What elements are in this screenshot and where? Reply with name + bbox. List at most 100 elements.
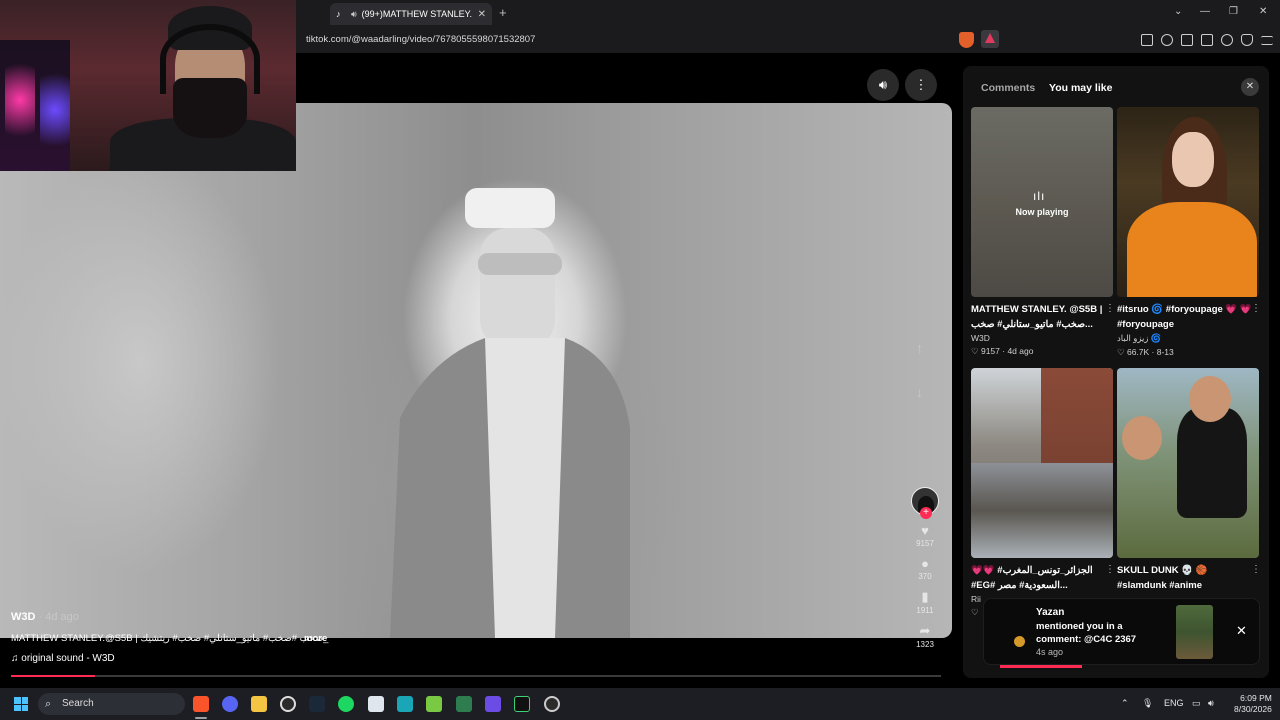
card-stats: ♡ 9157 · 4d ago	[971, 346, 1034, 356]
close-window-button[interactable]: ✕	[1259, 6, 1267, 17]
more-options-button[interactable]: ⋮	[905, 69, 937, 101]
sidebar-icon[interactable]	[1181, 34, 1193, 46]
minimize-button[interactable]: —	[1200, 6, 1210, 17]
more-link[interactable]: more	[304, 633, 327, 644]
video-person-figure	[390, 188, 630, 638]
video-thumbnail[interactable]	[971, 368, 1113, 558]
vpn-shield-icon[interactable]	[1241, 34, 1253, 46]
tab-you-may-like[interactable]: You may like	[1049, 82, 1112, 94]
excel-icon[interactable]	[456, 696, 472, 712]
tray-chevron-icon[interactable]: ⌃	[1121, 698, 1129, 709]
card-menu-icon[interactable]: ⋮	[1251, 303, 1261, 314]
app-lambda-icon[interactable]	[514, 696, 530, 712]
volume-tray-icon[interactable]: 🔊︎	[1208, 698, 1214, 709]
card-title: #itsruo 🌀 #foryoupage 💗 💗 #foryoupage	[1117, 304, 1252, 330]
maximize-button[interactable]: ❐	[1229, 6, 1238, 17]
now-playing-label: Now playing	[1015, 207, 1069, 217]
bookmark-count: 1911	[916, 606, 934, 615]
like-count: 9157	[916, 539, 934, 548]
webcam-overlay	[0, 0, 296, 171]
start-button[interactable]	[14, 697, 28, 711]
previous-video-arrow-icon[interactable]: ↑	[916, 340, 923, 356]
close-panel-button[interactable]: ✕	[1241, 78, 1259, 96]
now-playing-icon: ılı	[1033, 189, 1046, 203]
brave-browser-icon[interactable]	[193, 696, 209, 712]
video-progress-fill	[11, 675, 95, 677]
sound-link[interactable]: ♫ original sound - W3D	[11, 653, 115, 664]
music-note-icon: ♫	[11, 653, 22, 664]
tab-close-icon[interactable]: ✕	[478, 9, 486, 20]
steam-icon[interactable]	[309, 696, 325, 712]
spotify-icon[interactable]	[338, 696, 354, 712]
tab-list-chevron-icon[interactable]: ⌄	[1174, 6, 1182, 17]
clock-date: 8/30/2026	[1234, 704, 1272, 714]
notification-sender: Yazan	[1036, 607, 1065, 618]
search-icon: ⌕	[45, 698, 52, 710]
wallet-icon[interactable]	[1201, 34, 1213, 46]
comment-count: 370	[918, 572, 932, 581]
microphone-icon[interactable]: 🎙︎	[1142, 698, 1153, 709]
like-icon[interactable]: ♥	[910, 523, 940, 538]
url-field[interactable]: tiktok.com/@waadarling/video/76780555980…	[306, 34, 535, 45]
taskbar-clock[interactable]: 6:09 PM 8/30/2026	[1234, 693, 1272, 715]
new-tab-button[interactable]: +	[499, 5, 507, 20]
video-card[interactable]: ⋮ #itsruo 🌀 #foryoupage 💗 💗 #foryoupage …	[1117, 107, 1261, 358]
bookmark-icon[interactable]: ▮	[910, 589, 940, 605]
mention-notification[interactable]: Yazan mentioned you in a comment: @C4C 2…	[983, 598, 1260, 665]
browser-tab[interactable]: ♪ 🔊︎ (99+)MATTHEW STANLEY. @ ✕	[330, 3, 492, 25]
notification-thumbnail[interactable]	[1176, 605, 1213, 659]
taskbar-search[interactable]: ⌕ Search	[38, 693, 185, 715]
next-video-arrow-icon[interactable]: ↓	[916, 384, 923, 400]
volume-button[interactable]: 🔊︎	[867, 69, 899, 101]
menu-icon[interactable]	[1261, 36, 1273, 45]
active-app-indicator	[195, 717, 207, 719]
file-explorer-icon[interactable]	[251, 696, 267, 712]
video-card[interactable]: ılı Now playing ⋮ MATTHEW STANLEY. @S5B …	[971, 107, 1115, 357]
card-user[interactable]: زيزو الباد 🌀	[1117, 333, 1259, 344]
app-window-icon[interactable]	[368, 696, 384, 712]
video-frame[interactable]	[0, 103, 952, 638]
follow-plus-icon[interactable]: +	[920, 507, 932, 519]
card-menu-icon[interactable]: ⋮	[1251, 564, 1261, 575]
app-grid-icon[interactable]	[426, 696, 442, 712]
share-icon[interactable]: ➦	[910, 623, 940, 639]
creator-username[interactable]: W3D	[11, 611, 35, 623]
obs-icon[interactable]	[280, 696, 296, 712]
search-label: Search	[62, 698, 94, 709]
card-menu-icon[interactable]: ⋮	[1105, 564, 1115, 575]
brave-rewards-icon[interactable]	[981, 30, 999, 48]
card-title: 💗💗 #الجزائر_تونس_المغرب #EG# السعودية# م…	[971, 565, 1093, 591]
video-thumbnail[interactable]: ılı Now playing	[971, 107, 1113, 297]
video-progress-bar[interactable]	[11, 675, 941, 677]
discord-icon[interactable]	[222, 696, 238, 712]
app-circle-icon[interactable]	[544, 696, 560, 712]
card-title: SKULL DUNK 💀 🏀 #slamdunk #anime	[1117, 565, 1208, 591]
tiktok-icon: ♪	[336, 9, 341, 19]
media-icon[interactable]	[1161, 34, 1173, 46]
speaker-icon[interactable]: 🔊︎	[351, 9, 357, 20]
notification-close-icon[interactable]: ✕	[1236, 623, 1247, 639]
windows-taskbar: ⌕ Search ⌃ 🎙︎ ENG ▭ 🔊︎ 6:09 PM 8/30/2026	[0, 688, 1280, 720]
brave-shield-icon[interactable]	[959, 32, 974, 48]
language-indicator[interactable]: ENG	[1164, 698, 1184, 708]
video-card[interactable]: ⋮ SKULL DUNK 💀 🏀 #slamdunk #anime	[1117, 368, 1261, 593]
video-thumbnail[interactable]	[1117, 107, 1259, 297]
app-dots-icon[interactable]	[485, 696, 501, 712]
extensions-icon[interactable]	[1141, 34, 1153, 46]
notification-avatar	[1014, 636, 1025, 647]
clock-time: 6:09 PM	[1240, 693, 1272, 703]
display-icon[interactable]: ▭	[1192, 698, 1201, 709]
app-green-icon[interactable]	[397, 696, 413, 712]
card-user[interactable]: W3D	[971, 333, 1113, 343]
video-card[interactable]: ⋮ 💗💗 #الجزائر_تونس_المغرب #EG# السعودية#…	[971, 368, 1115, 618]
comment-icon[interactable]: ●	[910, 556, 940, 571]
video-thumbnail[interactable]	[1117, 368, 1259, 558]
tab-comments[interactable]: Comments	[981, 82, 1035, 94]
card-title: MATTHEW STANLEY. @S5B | صخب# ماتيو_ستانل…	[971, 304, 1103, 330]
notification-time: 4s ago	[1036, 647, 1064, 657]
card-menu-icon[interactable]: ⋮	[1105, 303, 1115, 314]
notification-message: mentioned you in a comment: @C4C 2367	[1036, 621, 1137, 645]
leo-ai-icon[interactable]	[1221, 34, 1233, 46]
recommendations-panel: Comments You may like ✕ ılı Now playing …	[963, 66, 1269, 678]
sound-name: original sound - W3D	[21, 653, 115, 664]
